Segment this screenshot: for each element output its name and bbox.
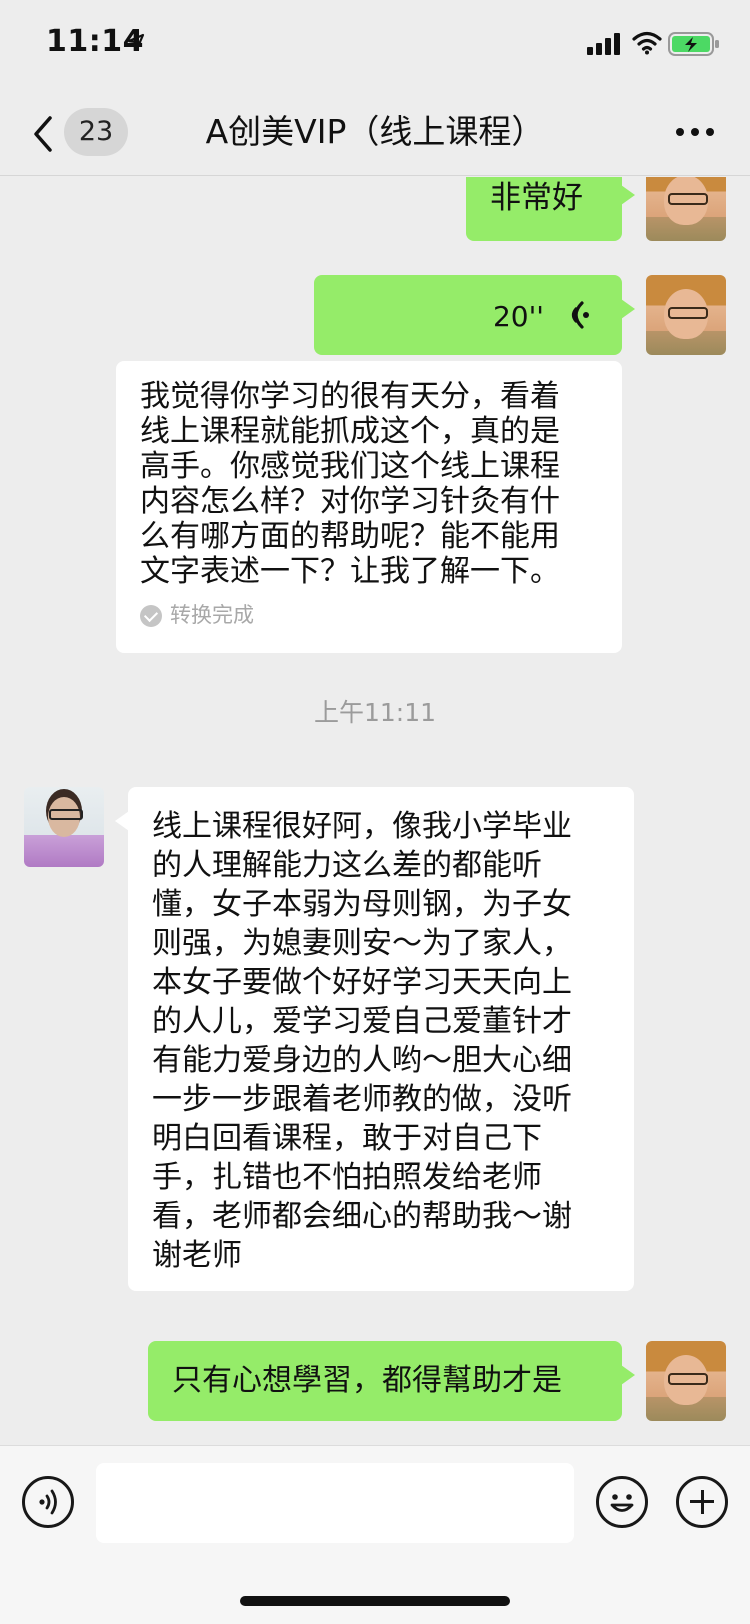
transcript-text: 我觉得你学习的很有天分，看着 线上课程就能抓成这个，真的是 高手。你感觉我们这个… xyxy=(140,379,560,589)
chat-header: 23 A创美VIP（线上课程） xyxy=(0,88,750,176)
message-text: 线上课程很好阿，像我小学毕业 的人理解能力这么差的都能听 懂，女子本弱为母则钢，… xyxy=(152,809,572,1273)
battery-charging-icon xyxy=(668,32,719,56)
voice-playback-icon xyxy=(571,301,589,329)
avatar[interactable] xyxy=(646,177,726,241)
message-row: 只有心想學習，都得幫助才是 xyxy=(0,1341,750,1431)
voice-mode-icon[interactable] xyxy=(22,1476,74,1528)
message-text: 非常好 xyxy=(490,180,583,216)
voice-duration: 20'' xyxy=(492,300,544,333)
transcript-status: 转换完成 xyxy=(140,596,254,635)
message-row: 20'' 我觉得你学习的很有天分，看着 线上课程就能抓成这个，真的是 高手。你感… xyxy=(0,275,750,655)
wifi-icon xyxy=(632,31,662,55)
message-row: 非常好 xyxy=(0,177,750,251)
message-text: 只有心想學習，都得幫助才是 xyxy=(172,1363,562,1398)
home-indicator xyxy=(240,1596,510,1606)
message-row: 线上课程很好阿，像我小学毕业 的人理解能力这么差的都能听 懂，女子本弱为母则钢，… xyxy=(0,787,750,1293)
message-bubble[interactable]: 只有心想學習，都得幫助才是 xyxy=(148,1341,635,1421)
emoji-icon[interactable] xyxy=(596,1476,648,1528)
message-timestamp: 上午11:11 xyxy=(313,698,437,727)
voice-transcript-card[interactable]: 我觉得你学习的很有天分，看着 线上课程就能抓成这个，真的是 高手。你感觉我们这个… xyxy=(116,361,622,653)
message-input[interactable] xyxy=(96,1463,574,1543)
check-circle-icon xyxy=(140,604,162,627)
unread-count-badge[interactable]: 23 xyxy=(64,108,128,156)
plus-icon[interactable] xyxy=(676,1476,728,1528)
message-list[interactable]: 非常好 20'' 我觉得你学习的很有天分，看着 线上课程就能抓成这个，真的是 高… xyxy=(0,177,750,1445)
avatar[interactable] xyxy=(646,275,726,355)
cellular-signal-icon xyxy=(587,33,620,55)
status-bar: 11:14 xyxy=(0,0,750,88)
more-dots-icon[interactable] xyxy=(676,128,714,138)
avatar[interactable] xyxy=(24,787,104,867)
chat-title: A创美VIP（线上课程） xyxy=(205,112,545,151)
voice-message-bubble[interactable]: 20'' xyxy=(314,275,635,355)
message-bubble[interactable]: 非常好 xyxy=(466,177,635,241)
input-bar xyxy=(0,1445,750,1624)
avatar[interactable] xyxy=(646,1341,726,1421)
transcript-status-label: 转换完成 xyxy=(170,603,254,627)
message-bubble[interactable]: 线上课程很好阿，像我小学毕业 的人理解能力这么差的都能听 懂，女子本弱为母则钢，… xyxy=(115,787,634,1291)
back-chevron-icon[interactable] xyxy=(30,114,60,154)
location-arrow-icon xyxy=(127,33,145,51)
